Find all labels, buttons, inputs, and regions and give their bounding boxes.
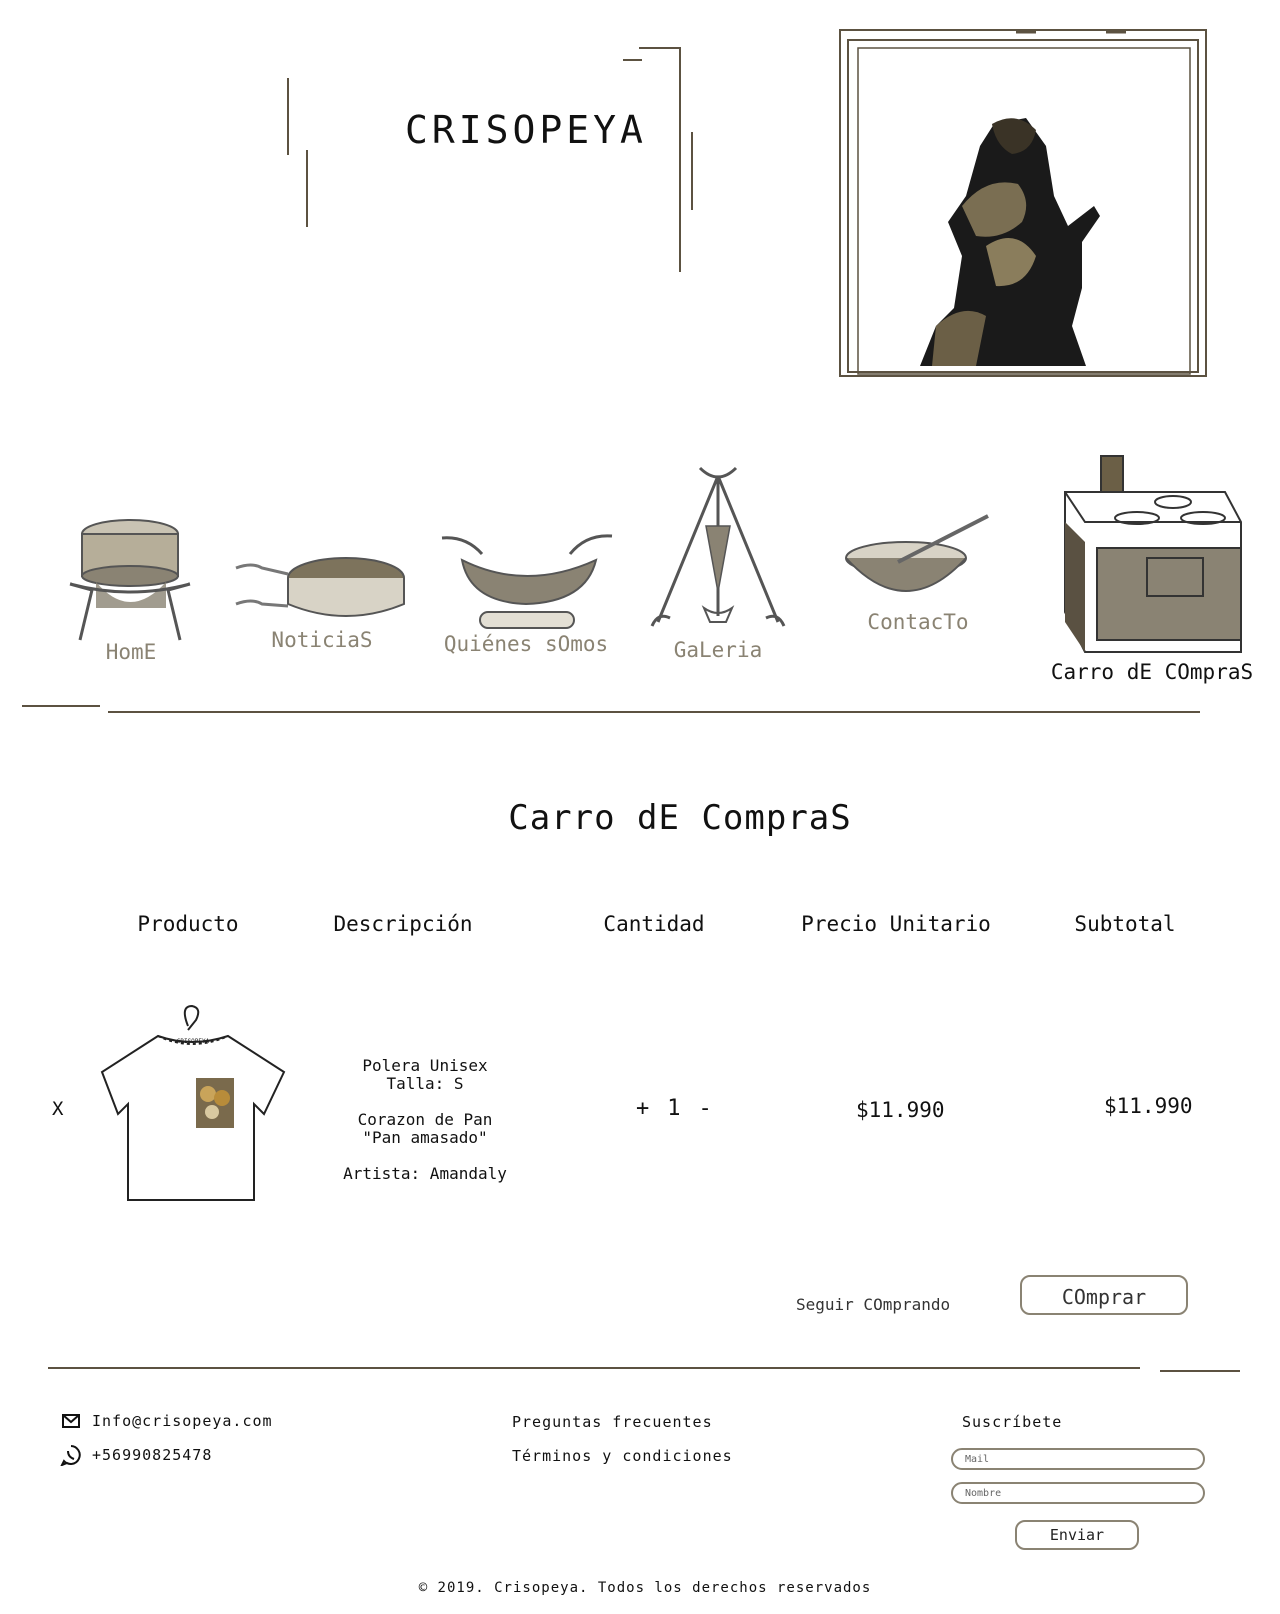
col-product: Producto [137, 912, 239, 936]
baking-tray-icon [235, 557, 405, 617]
col-subtotal: Subtotal [1074, 912, 1176, 936]
copyright: © 2019. Crisopeya. Todos los derechos re… [418, 1580, 872, 1596]
mixing-bowl-icon [845, 514, 989, 592]
faq-link[interactable]: Preguntas frecuentes [512, 1413, 713, 1431]
subscribe-heading: Suscríbete [962, 1413, 1063, 1431]
quantity-stepper: + 1 - [636, 1096, 712, 1121]
pot-on-stove-icon [69, 519, 191, 641]
send-button[interactable]: Enviar [1015, 1520, 1139, 1550]
cart-title: Carro dE CompraS [508, 798, 852, 838]
nav-galeria[interactable]: GaLeria [648, 466, 788, 662]
contact-phone[interactable]: +56990825478 [92, 1446, 212, 1464]
whatsapp-icon [60, 1445, 81, 1466]
mail-icon [62, 1414, 80, 1428]
nav-carro-compras-label: Carro dE COmpraS [1050, 660, 1254, 684]
unit-price: $11.990 [856, 1098, 945, 1122]
nav-home[interactable]: HomE [56, 512, 206, 664]
subtotal: $11.990 [1104, 1094, 1193, 1118]
contact-email[interactable]: Info@crisopeya.com [92, 1412, 273, 1430]
nav-quienes-somos-label: Quiénes sOmos [443, 632, 609, 656]
nav-divider [22, 705, 1200, 713]
brand-title: CRISOPEYA [405, 108, 647, 152]
product-description: Polera Unisex Talla: S Corazon de Pan "P… [343, 1056, 507, 1183]
nav-quienes-somos[interactable]: Quiénes sOmos [436, 532, 616, 656]
continue-shopping-link[interactable]: Seguir COmprando [796, 1295, 950, 1314]
col-unit-price: Precio Unitario [801, 912, 991, 936]
col-description: Descripción [333, 912, 473, 936]
qty-value: 1 [667, 1096, 681, 1121]
kneading-bowl-icon [441, 534, 613, 629]
buy-button[interactable]: COmprar [1020, 1275, 1188, 1315]
remove-item-button[interactable]: X [52, 1098, 63, 1120]
header-frame-lines [287, 47, 693, 272]
shirt-tag-label: CRISOPEYA [177, 1038, 210, 1045]
qty-plus-button[interactable]: + [636, 1096, 649, 1121]
nav-noticias-label: NoticiaS [271, 628, 373, 652]
mail-field[interactable] [951, 1448, 1205, 1470]
nav-galeria-label: GaLeria [673, 638, 763, 662]
col-quantity: Cantidad [603, 912, 705, 936]
nav-noticias[interactable]: NoticiaS [232, 548, 412, 652]
hero-woman-illustration [839, 29, 1207, 377]
nav-contacto[interactable]: ContacTo [838, 514, 998, 634]
name-field[interactable] [951, 1482, 1205, 1504]
nav-home-label: HomE [105, 640, 157, 664]
footer-divider [48, 1367, 1240, 1372]
wood-stove-icon [1064, 455, 1242, 653]
tshirt-product-image: CRISOPEYA [100, 1004, 286, 1201]
qty-minus-button[interactable]: - [699, 1096, 712, 1121]
nav-contacto-label: ContacTo [867, 610, 969, 634]
terms-link[interactable]: Términos y condiciones [512, 1447, 733, 1465]
nav-carro-compras[interactable]: Carro dE COmpraS [1042, 452, 1262, 684]
tripod-hourglass-icon [650, 466, 786, 627]
